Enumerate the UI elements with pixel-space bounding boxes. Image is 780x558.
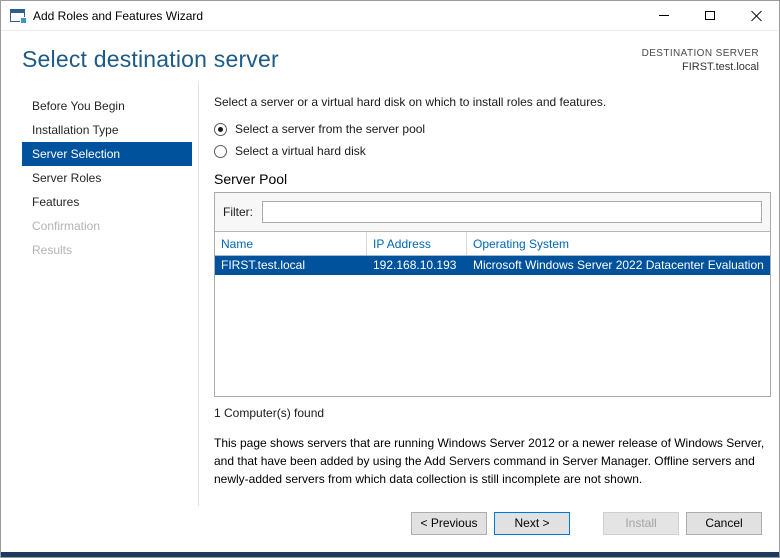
filter-label: Filter: bbox=[223, 205, 253, 219]
server-pool-box: Filter: Name IP Address Operating System… bbox=[214, 192, 771, 397]
minimize-button[interactable] bbox=[641, 1, 687, 30]
wizard-steps-sidebar: Before You Begin Installation Type Serve… bbox=[22, 82, 199, 506]
previous-button[interactable]: < Previous bbox=[411, 511, 487, 535]
server-os-cell: Microsoft Windows Server 2022 Datacenter… bbox=[473, 258, 764, 272]
server-table-header: Name IP Address Operating System bbox=[215, 232, 770, 256]
sidebar-item-server-roles[interactable]: Server Roles bbox=[22, 166, 192, 190]
server-pool-title: Server Pool bbox=[214, 171, 288, 187]
main-panel: Select a server or a virtual hard disk o… bbox=[199, 82, 771, 506]
column-header-name[interactable]: Name bbox=[215, 232, 367, 255]
radio-server-pool-label: Select a server from the server pool bbox=[235, 122, 426, 136]
computers-found-text: 1 Computer(s) found bbox=[214, 406, 325, 420]
next-button[interactable]: Next > bbox=[494, 511, 570, 535]
window-title: Add Roles and Features Wizard bbox=[33, 8, 204, 23]
sidebar-item-before-you-begin[interactable]: Before You Begin bbox=[22, 94, 192, 118]
maximize-icon bbox=[705, 11, 715, 20]
intro-text: Select a server or a virtual hard disk o… bbox=[214, 95, 607, 109]
filter-row: Filter: bbox=[215, 193, 770, 232]
table-row[interactable]: FIRST.test.local 192.168.10.193 Microsof… bbox=[215, 256, 770, 275]
minimize-icon bbox=[659, 15, 669, 16]
title-bar[interactable]: Add Roles and Features Wizard bbox=[1, 1, 779, 31]
install-button: Install bbox=[603, 511, 679, 535]
wizard-window: Add Roles and Features Wizard Select des… bbox=[0, 0, 780, 558]
column-header-operating-system[interactable]: Operating System bbox=[467, 232, 770, 255]
column-header-ip-address[interactable]: IP Address bbox=[367, 232, 467, 255]
sidebar-item-features[interactable]: Features bbox=[22, 190, 192, 214]
window-controls bbox=[641, 1, 779, 30]
cancel-button[interactable]: Cancel bbox=[686, 511, 762, 535]
radio-button-icon bbox=[214, 122, 227, 136]
close-button[interactable] bbox=[733, 1, 779, 30]
server-table: Name IP Address Operating System FIRST.t… bbox=[215, 232, 770, 396]
content: Before You Begin Installation Type Serve… bbox=[1, 82, 779, 506]
radio-vhd-label: Select a virtual hard disk bbox=[235, 144, 366, 158]
destination-server-block: DESTINATION SERVER FIRST.test.local bbox=[642, 46, 759, 73]
sidebar-item-results: Results bbox=[32, 243, 73, 257]
destination-server-label: DESTINATION SERVER bbox=[641, 48, 759, 59]
page-header: Select destination server DESTINATION SE… bbox=[1, 31, 779, 82]
taskbar-strip bbox=[1, 552, 779, 557]
sidebar-item-installation-type[interactable]: Installation Type bbox=[22, 118, 192, 142]
sidebar-item-server-selection[interactable]: Server Selection bbox=[22, 142, 192, 166]
radio-select-server-pool[interactable]: Select a server from the server pool bbox=[214, 122, 771, 136]
destination-server-name: FIRST.test.local bbox=[681, 61, 759, 73]
page-title: Select destination server bbox=[22, 46, 279, 72]
radio-select-vhd[interactable]: Select a virtual hard disk bbox=[214, 144, 771, 158]
filter-input[interactable] bbox=[262, 201, 762, 223]
radio-button-icon bbox=[214, 144, 227, 158]
page-description: This page shows servers that are running… bbox=[214, 436, 765, 486]
footer: < Previous Next > Install Cancel bbox=[1, 506, 779, 552]
server-name-cell: FIRST.test.local bbox=[221, 258, 306, 272]
app-icon bbox=[10, 9, 27, 24]
server-ip-cell: 192.168.10.193 bbox=[373, 258, 457, 272]
maximize-button[interactable] bbox=[687, 1, 733, 30]
close-icon bbox=[751, 10, 762, 21]
sidebar-item-confirmation: Confirmation bbox=[32, 219, 101, 233]
